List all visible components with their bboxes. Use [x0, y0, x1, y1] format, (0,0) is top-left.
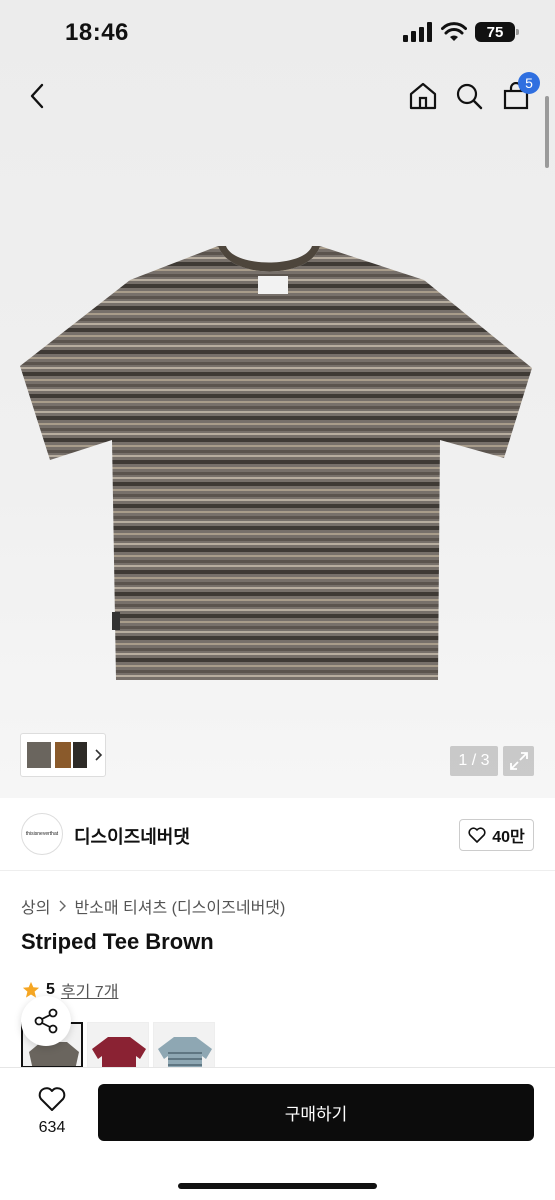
- cart-count-badge: 5: [518, 72, 540, 94]
- signal-icon: [403, 22, 432, 42]
- brand-logo[interactable]: thisisneverthat: [21, 813, 63, 855]
- expand-image-button[interactable]: [503, 746, 534, 776]
- swatch-blue[interactable]: [153, 1022, 215, 1068]
- back-button[interactable]: [20, 78, 56, 114]
- share-button[interactable]: [21, 996, 71, 1046]
- wishlist-button[interactable]: 634: [30, 1086, 74, 1137]
- breadcrumb-subcategory[interactable]: 반소매 티셔츠 (디스이즈네버댓): [74, 894, 285, 918]
- home-button[interactable]: [405, 78, 441, 114]
- breadcrumb-category[interactable]: 상의: [21, 894, 50, 918]
- battery-level: 75: [486, 23, 504, 41]
- home-indicator: [178, 1183, 377, 1189]
- cart-button[interactable]: 5: [498, 72, 540, 114]
- swatch-burgundy-shirt: [92, 1037, 146, 1067]
- brand-like-button[interactable]: 40만: [459, 819, 534, 851]
- brand-like-count: 40만: [492, 829, 525, 846]
- buy-button-label: 구매하기: [284, 1105, 348, 1124]
- chevron-right-icon: [59, 900, 67, 912]
- wishlist-count: 634: [38, 1119, 66, 1136]
- status-time: 18:46: [65, 19, 129, 46]
- search-icon: [456, 83, 483, 110]
- image-counter: 1 / 3: [450, 746, 498, 776]
- buy-button[interactable]: 구매하기: [98, 1084, 534, 1141]
- bottom-action-bar: 634 구매하기: [0, 1067, 555, 1200]
- wifi-icon: [441, 22, 467, 41]
- product-hero: 18:46 75 5 1 / 3: [0, 0, 555, 798]
- product-title: Striped Tee Brown: [21, 929, 214, 954]
- brand-logo-text: thisisneverthat: [25, 831, 59, 837]
- product-image[interactable]: [20, 240, 535, 690]
- swatch-blue-shirt: [158, 1037, 212, 1067]
- chevron-right-icon: [95, 749, 103, 761]
- heart-icon: [468, 827, 486, 843]
- swatch-burgundy[interactable]: [87, 1022, 149, 1068]
- reviews-link[interactable]: 후기 7개: [61, 978, 119, 1002]
- chevron-left-icon: [30, 83, 44, 109]
- breadcrumb: 상의 반소매 티셔츠 (디스이즈네버댓): [21, 894, 285, 918]
- share-icon: [34, 1008, 58, 1034]
- home-icon: [409, 82, 437, 110]
- color-variant-thumbnails: [27, 742, 87, 768]
- search-button[interactable]: [451, 78, 487, 114]
- thumbnail-strip[interactable]: [20, 733, 106, 777]
- status-bar: 18:46 75: [0, 0, 555, 64]
- image-counter-text: 1 / 3: [458, 752, 490, 769]
- battery-icon: 75: [475, 22, 519, 42]
- scrollbar-thumb[interactable]: [545, 96, 549, 168]
- expand-icon: [509, 752, 528, 770]
- heart-icon: [38, 1087, 66, 1111]
- brand-name[interactable]: 디스이즈네버댓: [74, 823, 190, 849]
- status-icons: 75: [403, 22, 519, 42]
